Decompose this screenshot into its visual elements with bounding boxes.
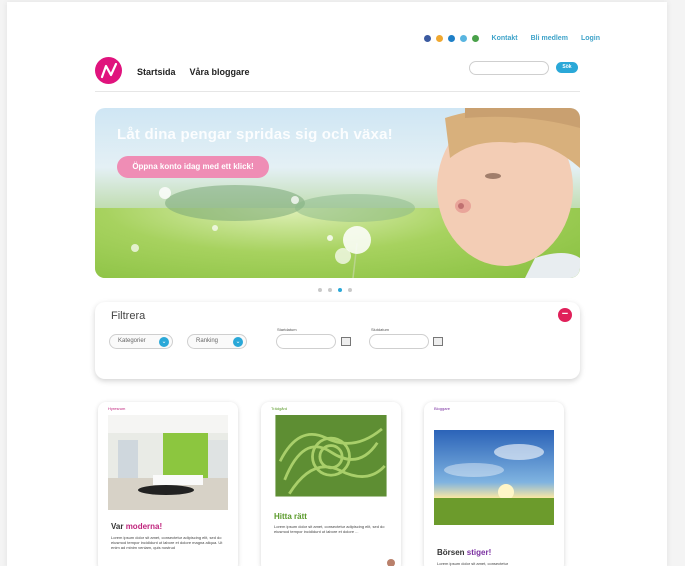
slide-dot-1[interactable] — [318, 288, 322, 292]
leaf-icon[interactable] — [471, 35, 479, 42]
nav-vara-bloggare[interactable]: Våra bloggare — [190, 67, 250, 77]
calendar-icon[interactable] — [433, 337, 443, 346]
card-image — [434, 430, 554, 525]
info-icon[interactable] — [423, 35, 431, 42]
card-text: Lorem ipsum dolor sit amet, consectetur … — [111, 535, 223, 550]
filter-title: Filtrera — [111, 310, 146, 322]
card-title-highlight: rätt — [294, 512, 307, 521]
card-title-highlight: moderna! — [125, 522, 163, 531]
card-image — [108, 415, 228, 510]
hero-cta-button[interactable]: Öppna konto idag med ett klick! — [117, 156, 269, 178]
category-select-value: Kategorier — [118, 338, 146, 344]
hero-title: Låt dina pengar spridas sig och växa! — [117, 126, 393, 143]
slide-dot-2[interactable] — [328, 288, 332, 292]
nav-startsida[interactable]: Startsida — [137, 67, 176, 77]
chevron-down-icon: ⌄ — [159, 337, 169, 347]
search-button[interactable]: Sök — [556, 62, 578, 73]
rss-icon[interactable] — [435, 35, 443, 42]
ranking-select[interactable]: Ranking ⌄ — [187, 334, 247, 349]
card-category: Bloggare — [434, 406, 451, 411]
blog-card[interactable]: Hyresrum Var moderna! Lorem ipsum dolor … — [98, 402, 238, 566]
slide-dot-3[interactable] — [338, 288, 342, 292]
card-category: Trädgård — [271, 406, 288, 411]
card-title-highlight: stiger! — [466, 548, 492, 557]
card-text: Lorem ipsum dolor sit amet, consectetur — [437, 561, 509, 566]
calendar-icon[interactable] — [341, 337, 351, 346]
card-title-pre: Var — [111, 522, 126, 531]
card-text: Lorem ipsum dolor sit amet, consectetur … — [274, 524, 385, 534]
filter-panel: Filtrera − Kategorier ⌄ Ranking ⌄ Startd… — [95, 302, 580, 379]
logo-mark-icon — [100, 62, 117, 78]
end-date-input[interactable] — [369, 334, 429, 349]
ranking-select-value: Ranking — [196, 338, 219, 344]
header-divider — [95, 91, 580, 92]
slide-pagination — [318, 288, 352, 292]
main-nav: Startsida Våra bloggare — [137, 67, 250, 77]
card-title[interactable]: Hitta rätt — [274, 512, 307, 521]
chevron-down-icon: ⌄ — [233, 337, 243, 347]
close-icon[interactable]: − — [558, 308, 572, 322]
link-login[interactable]: Login — [581, 35, 600, 42]
link-bli-medlem[interactable]: Bli medlem — [531, 35, 568, 42]
top-links: Kontakt Bli medlem Login — [423, 35, 600, 42]
link-kontakt[interactable]: Kontakt — [492, 35, 518, 42]
card-title-pre: Hitta — [274, 512, 294, 521]
category-select[interactable]: Kategorier ⌄ — [109, 334, 173, 349]
avatar[interactable] — [387, 559, 395, 566]
card-title-pre: Börsen — [437, 548, 467, 557]
blog-card[interactable]: Bloggare Börsen stiger! Lorem ipsum dolo… — [424, 402, 564, 566]
start-date-label: Startdatum — [277, 327, 297, 332]
logo[interactable] — [95, 57, 122, 84]
card-title[interactable]: Börsen stiger! — [437, 548, 491, 557]
search-input[interactable] — [469, 61, 549, 75]
start-date-input[interactable] — [276, 334, 336, 349]
twitter-icon[interactable] — [447, 35, 455, 42]
slide-dot-4[interactable] — [348, 288, 352, 292]
card-title[interactable]: Var moderna! — [111, 522, 162, 531]
card-image — [275, 415, 387, 497]
hero-banner[interactable]: Låt dina pengar spridas sig och växa! Öp… — [95, 108, 580, 278]
card-category: Hyresrum — [108, 406, 126, 411]
facebook-icon[interactable] — [459, 35, 467, 42]
blog-card[interactable]: Trädgård Hitta rätt Lorem ipsum dolor si… — [261, 402, 401, 566]
end-date-label: Slutdatum — [371, 327, 390, 332]
